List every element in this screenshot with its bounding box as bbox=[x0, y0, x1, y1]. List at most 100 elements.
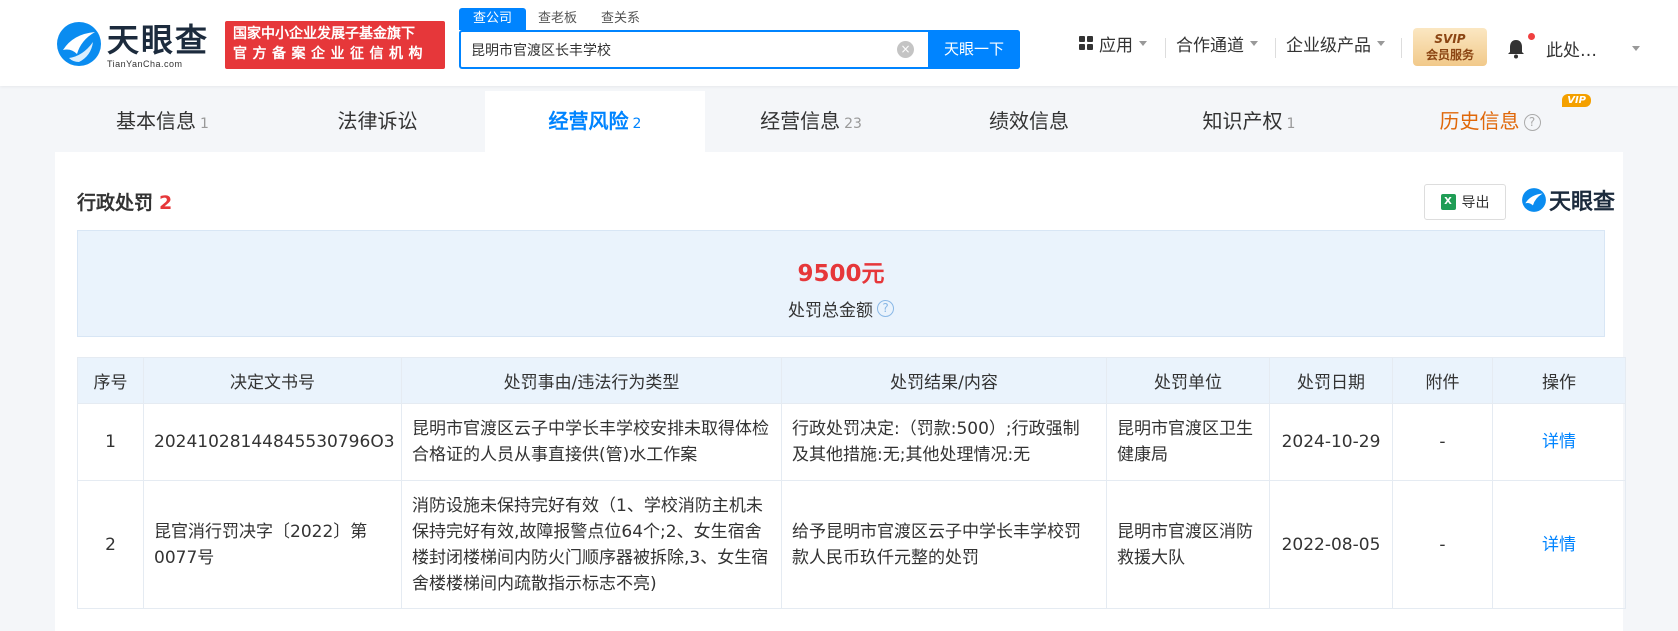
cell-doc-no: 昆官消行罚决字〔2022〕第0077号 bbox=[143, 480, 402, 609]
tab-operating-risk[interactable]: 经营风险 2 bbox=[485, 91, 705, 152]
nav-enterprise-label: 企业级产品 bbox=[1286, 35, 1371, 56]
help-icon[interactable]: ? bbox=[877, 300, 894, 317]
apps-grid-icon bbox=[1079, 36, 1093, 50]
nav-partner-label: 合作通道 bbox=[1176, 35, 1244, 56]
header-action: 操作 bbox=[1492, 357, 1626, 404]
detail-link[interactable]: 详情 bbox=[1542, 432, 1576, 452]
slogan-badge: 国家中小企业发展子基金旗下 官方备案企业征信机构 bbox=[225, 21, 445, 69]
tianyancha-logo-icon bbox=[57, 22, 101, 66]
bell-icon[interactable] bbox=[1507, 39, 1525, 59]
header-reason: 处罚事由/违法行为类型 bbox=[401, 357, 782, 404]
chevron-down-icon bbox=[1250, 40, 1258, 46]
cell-reason: 昆明市官渡区云子中学长丰学校安排未取得体检合格证的人员从事直接供(管)水工作案 bbox=[401, 403, 782, 481]
slogan-line-2: 官方备案企业征信机构 bbox=[233, 46, 428, 62]
member-service-label: 会员服务 bbox=[1425, 48, 1474, 62]
tab-label: 经营风险 bbox=[548, 109, 629, 133]
section-title: 行政处罚 2 bbox=[77, 188, 172, 215]
export-button[interactable]: X 导出 bbox=[1424, 184, 1506, 220]
notification-dot bbox=[1528, 33, 1535, 40]
search-tab-boss[interactable]: 查老板 bbox=[526, 8, 589, 30]
nav-divider bbox=[1165, 38, 1166, 58]
search-tab-relation[interactable]: 查关系 bbox=[589, 8, 652, 30]
tab-performance[interactable]: 绩效信息 bbox=[917, 91, 1141, 152]
penalty-total-amount: 9500元 bbox=[797, 261, 885, 287]
tab-count: 1 bbox=[1286, 116, 1296, 132]
cell-date: 2022-08-05 bbox=[1269, 480, 1393, 609]
cell-date: 2024-10-29 bbox=[1269, 403, 1393, 481]
section-count: 2 bbox=[159, 192, 173, 214]
search-button[interactable]: 天眼一下 bbox=[928, 30, 1020, 69]
cell-doc-no: 20241028144845530796O3 bbox=[143, 403, 402, 481]
header-attachment: 附件 bbox=[1392, 357, 1493, 404]
tab-ip[interactable]: 知识产权 1 bbox=[1141, 91, 1357, 152]
tab-legal[interactable]: 法律诉讼 bbox=[270, 91, 485, 152]
tab-history[interactable]: 历史信息? VIP bbox=[1357, 91, 1623, 152]
logo[interactable]: 天眼查 TianYanCha.com bbox=[55, 20, 209, 69]
svip-label: SVIP bbox=[1434, 32, 1466, 46]
detail-tabs: 基本信息 1 法律诉讼 经营风险 2 经营信息 23 绩效信息 知识产权 1 历史信息?… bbox=[55, 91, 1623, 152]
tab-label: 基本信息 bbox=[116, 109, 197, 133]
nav-divider bbox=[1401, 38, 1402, 58]
penalty-table: 序号 决定文书号 处罚事由/违法行为类型 处罚结果/内容 处罚单位 处罚日期 附… bbox=[77, 357, 1626, 609]
tab-label: 法律诉讼 bbox=[337, 109, 418, 133]
header-result: 处罚结果/内容 bbox=[781, 357, 1107, 404]
tab-operating-info[interactable]: 经营信息 23 bbox=[705, 91, 917, 152]
tianyancha-logo-icon bbox=[1522, 188, 1546, 212]
penalty-total-label: 处罚总金额 ? bbox=[78, 296, 1604, 321]
cell-result: 行政处罚决定:（罚款:500）;行政强制及其他措施:无;其他处理情况:无 bbox=[781, 403, 1107, 481]
export-label: 导出 bbox=[1461, 195, 1490, 211]
nav-apps-label: 应用 bbox=[1099, 35, 1133, 56]
excel-icon: X bbox=[1440, 194, 1456, 210]
tab-count: 1 bbox=[200, 116, 209, 132]
brand-watermark-text: 天眼查 bbox=[1549, 190, 1616, 215]
section-title-text: 行政处罚 bbox=[77, 192, 154, 214]
cell-attachment: - bbox=[1392, 403, 1493, 481]
help-icon: ? bbox=[1523, 114, 1541, 131]
search-tab-company[interactable]: 查公司 bbox=[459, 8, 527, 30]
cell-unit: 昆明市官渡区消防救援大队 bbox=[1106, 480, 1270, 609]
search-box: × 天眼一下 bbox=[459, 30, 1020, 69]
header-index: 序号 bbox=[77, 357, 144, 404]
chevron-down-icon bbox=[1139, 40, 1147, 46]
chevron-down-icon[interactable] bbox=[1632, 46, 1640, 51]
detail-link[interactable]: 详情 bbox=[1542, 535, 1576, 555]
top-header: 天眼查 TianYanCha.com 国家中小企业发展子基金旗下 官方备案企业征… bbox=[0, 0, 1678, 86]
cell-unit: 昆明市官渡区卫生健康局 bbox=[1106, 403, 1270, 481]
admin-penalty-panel: 行政处罚 2 X 导出 天眼查 9500元 处罚总金额 ? 序号 决定文书号 处罚… bbox=[55, 152, 1626, 631]
tab-basic-info[interactable]: 基本信息 1 bbox=[55, 91, 270, 152]
header-doc-no: 决定文书号 bbox=[143, 357, 402, 404]
vip-badge: VIP bbox=[1562, 94, 1591, 107]
logo-domain: TianYanCha.com bbox=[107, 59, 183, 69]
tab-label: 历史信息 bbox=[1439, 109, 1520, 133]
tab-label: 知识产权 bbox=[1202, 109, 1283, 133]
penalty-total-label-text: 处罚总金额 bbox=[788, 301, 873, 321]
nav-partner[interactable]: 合作通道 bbox=[1176, 0, 1258, 86]
slogan-line-1: 国家中小企业发展子基金旗下 bbox=[233, 26, 415, 42]
chevron-down-icon bbox=[1377, 40, 1385, 46]
cell-result: 给予昆明市官渡区云子中学长丰学校罚款人民币玖仟元整的处罚 bbox=[781, 480, 1107, 609]
table-row: 2 昆官消行罚决字〔2022〕第0077号 消防设施未保持完好有效（1、学校消防… bbox=[77, 480, 1626, 609]
penalty-summary: 9500元 处罚总金额 ? bbox=[77, 230, 1605, 337]
cell-index: 2 bbox=[77, 480, 144, 609]
header-unit: 处罚单位 bbox=[1106, 357, 1270, 404]
nav-apps[interactable]: 应用 bbox=[1079, 0, 1147, 86]
cell-attachment: - bbox=[1392, 480, 1493, 609]
svip-member-button[interactable]: SVIP 会员服务 bbox=[1413, 28, 1487, 66]
search-type-tabs: 查公司 查老板 查关系 bbox=[459, 8, 652, 30]
nav-enterprise[interactable]: 企业级产品 bbox=[1286, 0, 1385, 86]
cell-reason: 消防设施未保持完好有效（1、学校消防主机未保持完好有效,故障报警点位64个;2、… bbox=[401, 480, 782, 609]
search-input[interactable] bbox=[471, 32, 891, 67]
tab-count: 23 bbox=[844, 116, 862, 132]
table-row: 1 20241028144845530796O3 昆明市官渡区云子中学长丰学校安… bbox=[77, 403, 1626, 481]
tab-label: 经营信息 bbox=[760, 109, 841, 133]
nav-divider bbox=[1275, 38, 1276, 58]
header-date: 处罚日期 bbox=[1269, 357, 1393, 404]
tab-label: 绩效信息 bbox=[989, 109, 1069, 133]
tab-count: 2 bbox=[632, 116, 642, 132]
clear-icon[interactable]: × bbox=[897, 41, 914, 58]
logo-text: 天眼查 bbox=[107, 21, 210, 59]
cell-index: 1 bbox=[77, 403, 144, 481]
brand-watermark: 天眼查 bbox=[1521, 184, 1615, 216]
user-name[interactable]: 此处… bbox=[1546, 36, 1597, 61]
table-header-row: 序号 决定文书号 处罚事由/违法行为类型 处罚结果/内容 处罚单位 处罚日期 附… bbox=[77, 357, 1626, 404]
